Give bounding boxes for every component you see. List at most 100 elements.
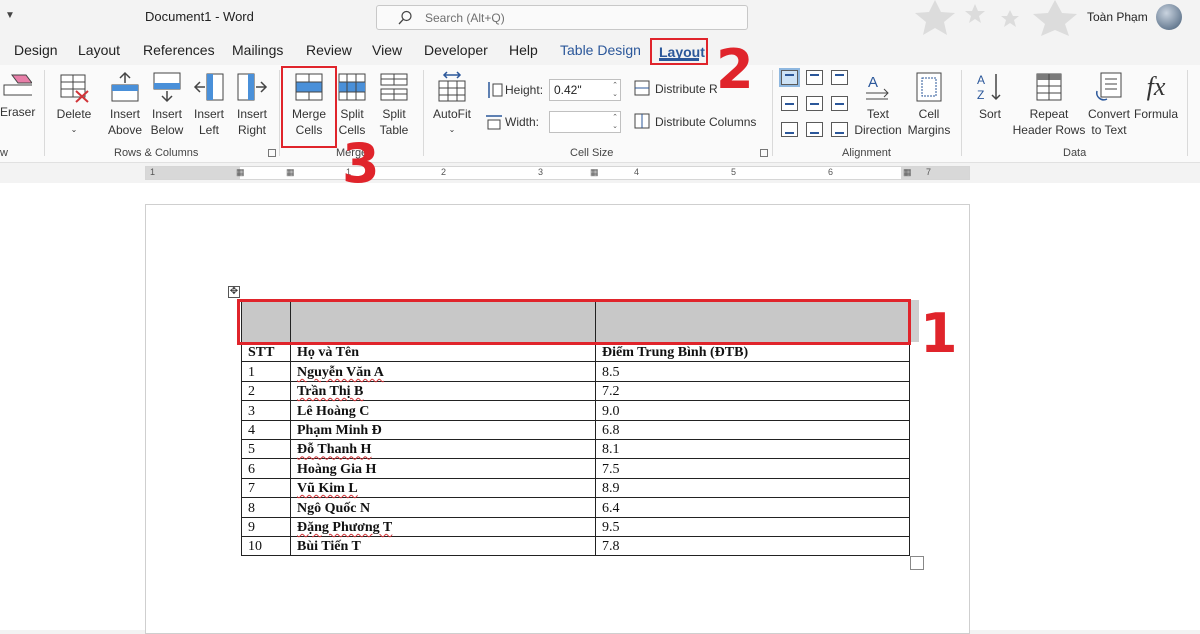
split-table-button[interactable]: Split Table [374,71,414,138]
table-row[interactable]: 8 Ngô Quốc N 6.4 [241,497,910,518]
tab-mailings[interactable]: Mailings [232,42,283,58]
insert-below-button[interactable]: Insert Below [146,71,188,138]
table-resize-handle-icon[interactable] [910,556,924,570]
tab-review[interactable]: Review [306,42,352,58]
quick-access-dropdown-icon[interactable]: ▼ [5,10,15,21]
distribute-columns-button[interactable]: Distribute Columns [655,115,756,129]
table-header-row[interactable]: STT Họ và Tên Điểm Trung Bình (ĐTB) [241,341,910,363]
tab-design[interactable]: Design [14,42,58,58]
cell-stt[interactable]: 9 [241,516,291,537]
cell-name[interactable]: Ngô Quốc N [290,497,596,518]
table-move-handle-icon[interactable]: ✥ [228,286,240,298]
table-row[interactable]: 10 Bùi Tiến T 7.8 [241,535,910,557]
table-row[interactable]: 6 Hoàng Gia H 7.5 [241,458,910,479]
cell-margins-button[interactable]: Cell Margins [905,71,953,138]
table-row[interactable]: 3 Lê Hoàng C 9.0 [241,400,910,421]
cell-stt[interactable]: 5 [241,438,291,460]
cell-name[interactable]: Hoàng Gia H [290,458,596,479]
formula-button[interactable]: fx Formula [1132,71,1180,122]
delete-button[interactable]: Delete ⌄ [54,71,94,138]
height-field[interactable]: 0.42" ⌃ ⌄ [549,79,621,101]
table-row[interactable]: 5 Đỗ Thanh H 8.1 [241,438,910,460]
align-bottom-left-button[interactable] [781,122,798,137]
split-table-label-1: Split [382,107,406,121]
width-spinner-icon[interactable]: ⌃ ⌄ [612,113,618,131]
cell-name[interactable]: Vũ Kim L [290,477,596,499]
insert-above-button[interactable]: Insert Above [104,71,146,138]
eraser-label: Eraser [0,105,36,119]
table-row[interactable]: 4 Phạm Minh Đ 6.8 [241,419,910,440]
align-top-right-button[interactable] [831,70,848,85]
user-name[interactable]: Toàn Phạm [1087,10,1148,24]
align-center-button[interactable] [806,96,823,111]
height-spinner-icon[interactable]: ⌃ ⌄ [612,81,618,99]
tab-view[interactable]: View [372,42,402,58]
align-bottom-right-button[interactable] [831,122,848,137]
avatar[interactable] [1156,4,1182,30]
cell-score[interactable]: 8.1 [595,438,910,460]
title-bar: ▼ Document1 - Word Search (Alt+Q) Toàn P… [0,0,1200,36]
cell-name[interactable]: Đặng Phương T [290,516,596,537]
header-stt[interactable]: STT [241,341,291,363]
ruler-marker-icon[interactable]: ▦ [236,167,245,178]
cell-name[interactable]: Lê Hoàng C [290,400,596,421]
header-name[interactable]: Họ và Tên [290,341,596,363]
convert-to-text-button[interactable]: Convert to Text [1086,71,1132,138]
table-row[interactable]: 1 Nguyễn Văn A 8.5 [241,361,910,382]
align-bottom-center-button[interactable] [806,122,823,137]
cell-score[interactable]: 8.5 [595,361,910,382]
cell-name[interactable]: Nguyễn Văn A [290,361,596,382]
cell-score[interactable]: 7.8 [595,535,910,557]
cell-size-dialog-launcher-icon[interactable] [760,149,768,157]
distribute-rows-button[interactable]: Distribute R [655,82,718,96]
table-row[interactable]: 7 Vũ Kim L 8.9 [241,477,910,499]
horizontal-ruler[interactable]: 1 ▦ ▦ 1 2 3 ▦ 4 5 6 ▦ 7 [145,166,970,180]
rows-columns-dialog-launcher-icon[interactable] [268,149,276,157]
tab-help[interactable]: Help [509,42,538,58]
table-row[interactable]: 9 Đặng Phương T 9.5 [241,516,910,537]
cell-stt[interactable]: 8 [241,497,291,518]
cell-stt[interactable]: 10 [241,535,291,557]
tab-layout-page[interactable]: Layout [78,42,120,58]
cell-name[interactable]: Bùi Tiến T [290,535,596,557]
cell-stt[interactable]: 3 [241,400,291,421]
align-center-left-button[interactable] [781,96,798,111]
tab-table-design[interactable]: Table Design [560,42,641,58]
cell-stt[interactable]: 7 [241,477,291,499]
insert-right-button[interactable]: Insert Right [231,71,273,138]
eraser-button[interactable]: Eraser [0,71,36,120]
align-top-left-button[interactable] [779,68,800,87]
ruler-marker-icon[interactable]: ▦ [903,167,912,178]
cell-score[interactable]: 8.9 [595,477,910,499]
cell-score[interactable]: 6.4 [595,497,910,518]
cell-score[interactable]: 9.5 [595,516,910,537]
autofit-button[interactable]: AutoFit ⌄ [430,71,474,138]
ruler-marker-icon[interactable]: ▦ [286,167,295,178]
cell-stt[interactable]: 4 [241,419,291,440]
cell-score[interactable]: 6.8 [595,419,910,440]
cell-name[interactable]: Phạm Minh Đ [290,419,596,440]
ruler-marker-icon[interactable]: ▦ [590,167,599,178]
cell-score[interactable]: 7.5 [595,458,910,479]
tab-table-layout[interactable]: Layout [650,38,708,65]
search-input[interactable]: Search (Alt+Q) [376,5,748,30]
cell-score[interactable]: 9.0 [595,400,910,421]
align-top-center-button[interactable] [806,70,823,85]
width-field[interactable]: ⌃ ⌄ [549,111,621,133]
cell-name[interactable]: Trần Thị B [290,380,596,402]
repeat-header-rows-button[interactable]: Repeat Header Rows [1012,71,1086,138]
align-center-right-button[interactable] [831,96,848,111]
insert-left-button[interactable]: Insert Left [189,71,229,138]
cell-stt[interactable]: 6 [241,458,291,479]
table-row[interactable]: 2 Trần Thị B 7.2 [241,380,910,402]
header-score[interactable]: Điểm Trung Bình (ĐTB) [595,341,910,363]
cell-score[interactable]: 7.2 [595,380,910,402]
sort-button[interactable]: A Z Sort [972,71,1008,122]
tab-references[interactable]: References [143,42,215,58]
cell-name[interactable]: Đỗ Thanh H [290,438,596,460]
text-direction-button[interactable]: A Text Direction [853,71,903,138]
tab-developer[interactable]: Developer [424,42,488,58]
cell-stt[interactable]: 1 [241,361,291,382]
cell-stt[interactable]: 2 [241,380,291,402]
split-cells-button[interactable]: Split Cells [334,71,370,138]
